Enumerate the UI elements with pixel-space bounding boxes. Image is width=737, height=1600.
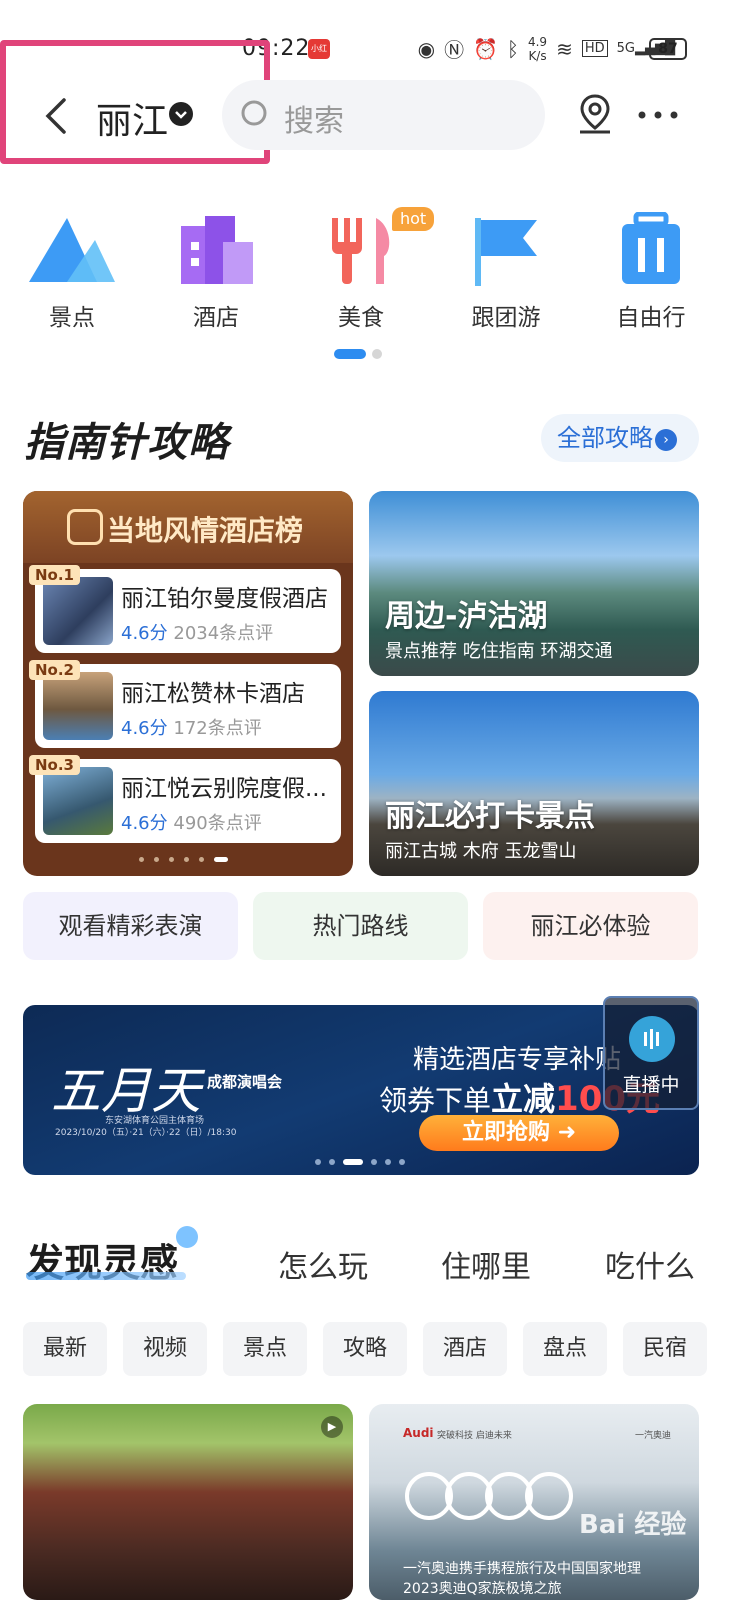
flag-icon (475, 218, 537, 286)
live-icon (629, 1016, 675, 1062)
net-speed: 4.9 K/s (527, 34, 548, 63)
must-visit-card[interactable]: 丽江必打卡景点 丽江古城 木府 玉龙雪山 (369, 691, 699, 876)
hotel-list-item[interactable]: No.1 丽江铂尔曼度假酒店 4.6分 2034条点评 (29, 565, 341, 653)
pill-routes[interactable]: 热门路线 (253, 892, 468, 960)
chip-guides[interactable]: 攻略 (323, 1322, 407, 1376)
lugu-lake-card[interactable]: 周边-泸沽湖 景点推荐 吃住指南 环湖交通 (369, 491, 699, 676)
bluetooth-icon: ᛒ (506, 36, 519, 61)
hotel-list-item[interactable]: No.3 丽江悦云别院度假... 4.6分 490条点评 (29, 755, 341, 843)
chip-rankings[interactable]: 盘点 (523, 1322, 607, 1376)
notification-app-icon: 小红书 (308, 39, 330, 73)
rank-title: 当地风情酒店榜 (107, 514, 304, 547)
map-pin-icon[interactable] (576, 92, 614, 136)
chip-homestay[interactable]: 民宿 (623, 1322, 707, 1376)
more-options-icon[interactable] (636, 100, 680, 130)
hotel-list-item[interactable]: No.2 丽江松赞林卡酒店 4.6分 172条点评 (29, 660, 341, 748)
category-group-tour[interactable]: 跟团游 (451, 212, 561, 331)
banner-dots (315, 1159, 405, 1165)
search-icon (241, 100, 267, 126)
promo-banner[interactable]: 五月天 成都演唱会 东安湖体育公园主体育场 2023/10/20（五）·21（六… (23, 1005, 699, 1175)
buy-now-button[interactable]: 立即抢购 ➜ (419, 1115, 619, 1151)
alarm-icon: ⏰ (473, 36, 498, 61)
luggage-icon (622, 211, 680, 284)
feed-card-photo[interactable]: ▶ (23, 1404, 353, 1600)
page-indicator (372, 349, 382, 359)
nfc-icon: Ⓝ (444, 38, 465, 62)
chip-latest[interactable]: 最新 (23, 1322, 107, 1376)
wifi-icon: ≋ (556, 36, 573, 61)
eye-icon: ◉ (417, 36, 436, 61)
chip-attractions[interactable]: 景点 (223, 1322, 307, 1376)
pill-shows[interactable]: 观看精彩表演 (23, 892, 238, 960)
search-input[interactable] (222, 80, 545, 150)
hotel-photo (43, 577, 113, 645)
category-attractions[interactable]: 景点 (17, 212, 127, 331)
guide-title: 指南针攻略 (24, 420, 229, 466)
mountain-icon (29, 218, 115, 282)
status-icons: ◉ Ⓝ ⏰ ᛒ 4.9 K/s ≋ HD 5G▂▄▆█ (418, 34, 675, 63)
battery-indicator: 87 (649, 38, 687, 60)
building-icon (181, 216, 253, 284)
hot-badge: hot (392, 207, 435, 231)
hotel-ranking-card[interactable]: 当地风情酒店榜 No.1 丽江铂尔曼度假酒店 4.6分 2034条点评 No.2… (23, 491, 353, 876)
trophy-icon (67, 509, 103, 545)
category-free-travel[interactable]: 自由行 (596, 211, 706, 331)
category-hotels[interactable]: 酒店 (161, 212, 271, 331)
hotel-photo (43, 767, 113, 835)
tab-where-to-stay[interactable]: 住哪里 (441, 1242, 531, 1286)
hd-badge: HD (581, 40, 608, 57)
all-guides-button[interactable]: 全部攻略 › (541, 414, 699, 462)
carousel-dots (139, 857, 228, 862)
sparkle-icon (176, 1226, 198, 1248)
pill-experiences[interactable]: 丽江必体验 (483, 892, 698, 960)
search-placeholder: 搜索 (284, 104, 344, 139)
feed-card-ad[interactable]: Audi 突破科技 启迪未来 一汽奥迪 一汽奥迪携手携程旅行及中国国家地理 20… (369, 1404, 699, 1600)
live-stream-widget[interactable]: 直播中 (603, 996, 699, 1110)
page-indicator-active (334, 349, 366, 359)
chip-hotels[interactable]: 酒店 (423, 1322, 507, 1376)
watermark: Bai 经验 (579, 1510, 687, 1540)
play-icon: ▶ (321, 1416, 343, 1438)
chevron-right-icon: › (655, 429, 677, 451)
chip-video[interactable]: 视频 (123, 1322, 207, 1376)
tab-what-to-eat[interactable]: 吃什么 (605, 1242, 695, 1286)
hotel-photo (43, 672, 113, 740)
tab-how-to-play[interactable]: 怎么玩 (278, 1242, 368, 1286)
active-tab-underline (26, 1272, 186, 1280)
